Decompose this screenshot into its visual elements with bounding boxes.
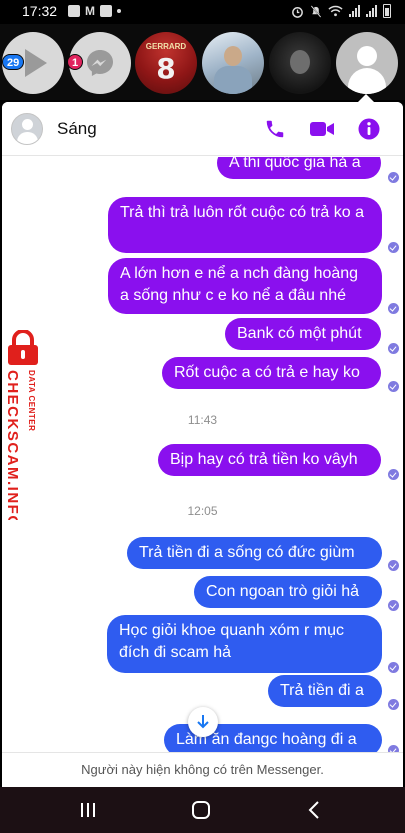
message-list[interactable]: A thi quốc gia hả a Trả thì trả luôn rốt… xyxy=(2,157,403,752)
svg-text:CHECKSCAM.INFO: CHECKSCAM.INFO xyxy=(4,370,21,520)
dark-face xyxy=(290,50,310,74)
messenger-icon xyxy=(87,50,113,76)
dark-photo-head[interactable] xyxy=(269,32,331,94)
video-call-button[interactable] xyxy=(307,114,337,144)
chat-heads-bar: GERRARD 8 29 1 xyxy=(0,24,405,100)
gerrard-jersey-head[interactable]: GERRARD 8 xyxy=(135,32,197,94)
seen-icon xyxy=(388,560,399,571)
watermark: CHECKSCAM.INFO DATA CENTER xyxy=(2,330,42,530)
home-icon xyxy=(192,801,210,819)
dot-icon xyxy=(117,9,121,13)
back-button[interactable] xyxy=(294,795,334,825)
recents-button[interactable] xyxy=(68,795,108,825)
alarm-icon xyxy=(292,6,303,18)
zalo-icon xyxy=(100,5,112,17)
video-camera-icon xyxy=(310,122,334,136)
signal-icon xyxy=(366,5,377,17)
signal-icon xyxy=(349,5,360,17)
battery-icon xyxy=(383,4,391,18)
person-face xyxy=(224,46,242,66)
jersey-name: GERRARD xyxy=(145,42,187,51)
offline-notice: Người này hiện không có trên Messenger. xyxy=(2,752,403,787)
svg-text:DATA CENTER: DATA CENTER xyxy=(27,370,36,431)
watermark-brand: CHECKSCAM.INFO xyxy=(4,370,21,520)
chat-header: Sáng xyxy=(2,102,403,156)
message-bubble[interactable]: A lớn hơn e nể a nch đàng hoàng a sống n… xyxy=(108,258,382,314)
person-head[interactable] xyxy=(202,32,264,94)
phone-icon xyxy=(266,120,284,138)
message-bubble[interactable]: Bịp hay có trả tiền ko vâyh xyxy=(158,444,381,476)
timestamp: 12:05 xyxy=(187,504,218,518)
info-button[interactable] xyxy=(354,114,384,144)
seen-icon xyxy=(388,745,399,752)
contact-name[interactable]: Sáng xyxy=(57,119,97,139)
message-bubble[interactable]: Học giỏi khoe quanh xóm r mục đích đi sc… xyxy=(107,615,382,673)
timestamp: 11:43 xyxy=(187,413,218,427)
lock-icon xyxy=(8,330,38,365)
active-head-pointer xyxy=(358,94,374,102)
message-bubble[interactable]: Rốt cuộc a có trả e hay ko xyxy=(162,357,381,389)
seen-icon xyxy=(388,381,399,392)
wifi-icon xyxy=(328,5,343,17)
home-button[interactable] xyxy=(181,795,221,825)
call-button[interactable] xyxy=(260,114,290,144)
seen-icon xyxy=(388,242,399,253)
seen-icon xyxy=(388,469,399,480)
unread-badge: 1 xyxy=(67,54,84,70)
avatar[interactable] xyxy=(11,113,43,145)
seen-icon xyxy=(388,303,399,314)
person-body xyxy=(214,66,252,94)
seen-icon xyxy=(388,600,399,611)
default-avatar-head[interactable] xyxy=(336,32,398,94)
status-time: 17:32 xyxy=(22,3,58,19)
screen: 17:32 M GERRARD 8 29 1 Sáng A thi quốc g… xyxy=(0,0,405,833)
back-icon xyxy=(308,801,319,819)
avatar-silhouette-head xyxy=(357,46,377,66)
message-bubble[interactable]: Trả thì trả luôn rốt cuộc có trả ko a xyxy=(108,197,382,253)
jersey-number: 8 xyxy=(156,52,176,85)
unread-badge: 29 xyxy=(2,54,25,70)
gmail-icon: M xyxy=(85,4,95,18)
message-bubble[interactable]: A thi quốc gia hả a xyxy=(217,157,381,179)
seen-icon xyxy=(388,343,399,354)
message-bubble[interactable]: Trả tiền đi a sống có đức giùm xyxy=(127,537,382,569)
seen-icon xyxy=(388,662,399,673)
chat-panel: Sáng A thi quốc gia hả a Trả thì trả luô… xyxy=(2,102,403,787)
recents-icon xyxy=(81,803,95,817)
arrow-down-icon xyxy=(197,715,209,729)
play-icon xyxy=(25,49,47,77)
info-icon xyxy=(358,118,380,140)
seen-icon xyxy=(388,172,399,183)
watermark-subtitle: DATA CENTER xyxy=(27,370,36,431)
message-bubble[interactable]: Con ngoan trò giỏi hả xyxy=(194,576,382,608)
photo-icon xyxy=(68,5,80,17)
mute-icon xyxy=(310,4,322,18)
message-bubble[interactable]: Trả tiền đi a xyxy=(268,675,382,707)
scroll-to-bottom-button[interactable] xyxy=(188,707,218,737)
navigation-bar xyxy=(0,787,405,833)
status-bar: 17:32 M xyxy=(0,0,405,24)
seen-icon xyxy=(388,699,399,710)
message-bubble[interactable]: Bank có một phút xyxy=(225,318,381,350)
avatar-silhouette-body xyxy=(348,68,386,94)
